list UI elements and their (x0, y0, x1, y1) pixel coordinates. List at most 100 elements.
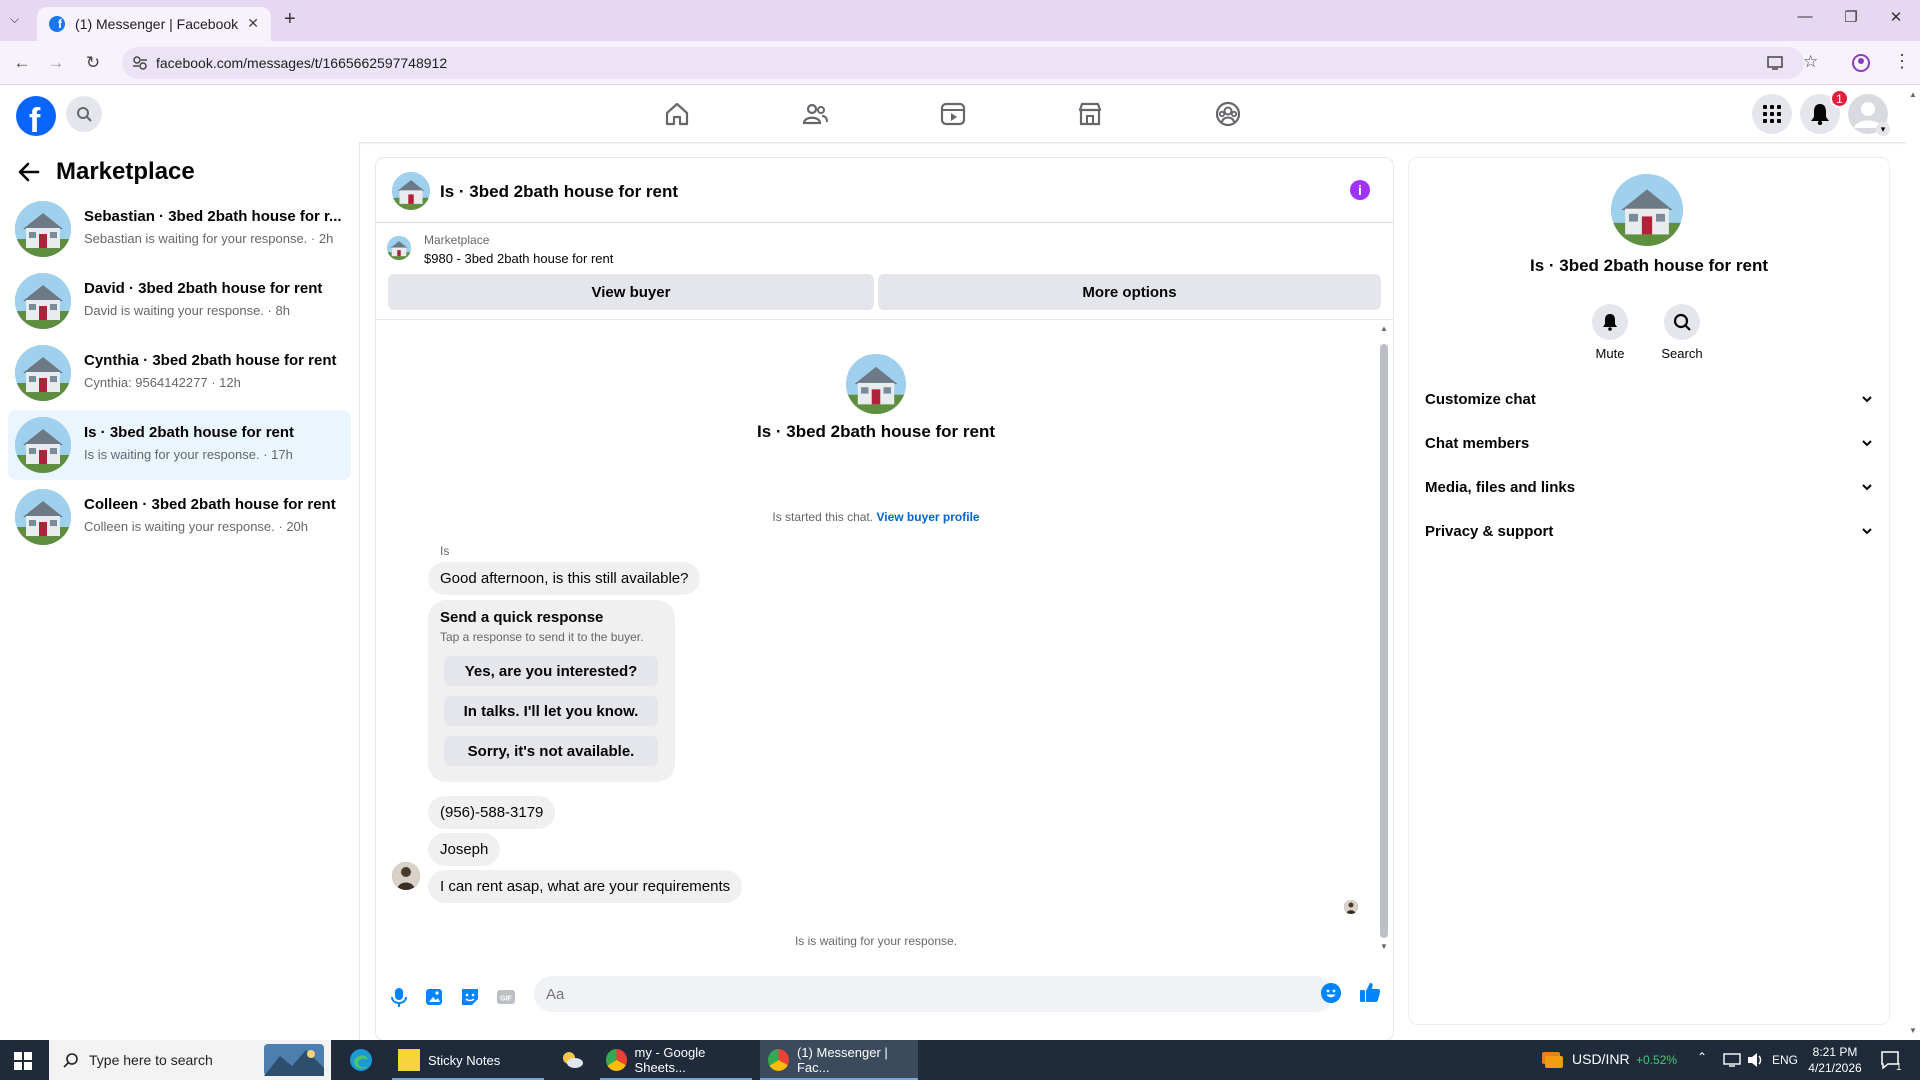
clock[interactable]: 8:21 PM 4/21/2026 (1806, 1044, 1864, 1076)
restore-icon[interactable]: ❐ (1839, 8, 1863, 26)
page-scrollbar[interactable]: ▲ ▼ (1906, 86, 1920, 1040)
view-buyer-button[interactable]: View buyer (388, 274, 874, 310)
taskbar-app-messenger[interactable]: (1) Messenger | Fac... (760, 1040, 918, 1080)
window-close-icon[interactable]: ✕ (1884, 8, 1908, 26)
listing-thumbnail[interactable] (387, 236, 411, 260)
microphone-icon[interactable] (388, 986, 410, 1008)
minimize-icon[interactable]: — (1793, 8, 1817, 25)
marketplace-icon[interactable] (1076, 100, 1104, 128)
chat-scrollbar[interactable]: ▲ ▼ (1378, 322, 1390, 954)
customize-chat-row[interactable]: Customize chat (1425, 391, 1873, 415)
menu-grid-icon[interactable] (1752, 94, 1792, 134)
network-icon[interactable] (1723, 1053, 1741, 1067)
reload-icon[interactable]: ↻ (83, 53, 103, 73)
conversation-name: Sebastian · 3bed 2bath house for r... (84, 208, 342, 225)
quick-response-option[interactable]: In talks. I'll let you know. (444, 696, 658, 726)
search-icon (1664, 304, 1700, 340)
taskbar-app-label: (1) Messenger | Fac... (796, 1045, 888, 1075)
privacy-support-row[interactable]: Privacy & support (1425, 523, 1873, 547)
message-input[interactable] (534, 976, 1334, 1012)
mute-button[interactable]: Mute (1580, 304, 1640, 361)
volume-icon[interactable] (1747, 1052, 1765, 1068)
conversation-item[interactable]: Cynthia · 3bed 2bath house for rent Cynt… (8, 338, 351, 408)
listing-title[interactable]: $980 - 3bed 2bath house for rent (424, 251, 613, 266)
browser-tab-strip: ⌵ f (1) Messenger | Facebook ✕ + — ❐ ✕ (0, 0, 1920, 41)
chat-started-text: Is started this chat. (772, 510, 874, 524)
ticker-change: +0.52% (1636, 1053, 1678, 1067)
tab-close-icon[interactable]: ✕ (247, 15, 259, 32)
new-tab-plus-icon[interactable]: + (284, 8, 296, 31)
forward-arrow-icon[interactable]: → (46, 53, 66, 73)
facebook-logo-icon[interactable]: f (16, 96, 56, 136)
seen-receipt-avatar (1344, 900, 1358, 914)
quick-response-option[interactable]: Sorry, it's not available. (444, 736, 658, 766)
back-arrow-icon[interactable]: ← (12, 53, 32, 73)
conversation-item[interactable]: Sebastian · 3bed 2bath house for r... Se… (8, 194, 351, 264)
sender-avatar[interactable] (392, 862, 420, 890)
search-button[interactable]: Search (1652, 304, 1712, 361)
windows-start-icon[interactable] (14, 1052, 32, 1070)
section-label: Chat members (1425, 435, 1530, 452)
sticky-notes-icon (398, 1049, 420, 1071)
message-bubble[interactable]: Joseph (428, 833, 501, 866)
quick-response-option[interactable]: Yes, are you interested? (444, 656, 658, 686)
install-app-icon[interactable] (1767, 55, 1783, 71)
taskbar-search-box[interactable]: Type here to search (49, 1040, 331, 1080)
windows-taskbar: Type here to search Sticky Notes my - Go… (0, 1040, 1920, 1080)
more-options-button[interactable]: More options (878, 274, 1381, 310)
conversation-snippet: Is is waiting for your response. · 17h (84, 447, 293, 462)
quick-response-subtitle: Tap a response to send it to the buyer. (440, 630, 644, 644)
search-icon[interactable] (66, 96, 102, 132)
language-indicator[interactable]: ENG (1772, 1053, 1798, 1067)
weather-app-icon[interactable] (560, 1048, 584, 1072)
facebook-top-nav: f 1 ▾ (0, 86, 1906, 142)
taskbar-app-sticky-notes[interactable]: Sticky Notes (392, 1040, 544, 1080)
thumbs-up-icon[interactable] (1358, 980, 1382, 1004)
search-highlight-image (264, 1044, 324, 1076)
message-bubble[interactable]: I can rent asap, what are your requireme… (428, 870, 743, 903)
profile-icon[interactable] (1852, 54, 1870, 72)
browser-menu-icon[interactable]: ⋮ (1893, 51, 1911, 72)
view-buyer-profile-link[interactable]: View buyer profile (876, 510, 979, 524)
chevron-down-icon (1862, 440, 1872, 447)
emoji-icon[interactable] (1321, 983, 1341, 1003)
back-arrow-icon[interactable] (18, 162, 40, 182)
conversation-item-active[interactable]: Is · 3bed 2bath house for rent Is is wai… (8, 410, 351, 480)
thread-title: Is · 3bed 2bath house for rent (756, 422, 996, 441)
conversation-snippet: David is waiting your response. · 8h (84, 303, 290, 318)
chat-avatar[interactable] (392, 172, 430, 210)
site-info-icon[interactable] (132, 55, 148, 71)
friends-icon[interactable] (801, 100, 829, 128)
chat-members-row[interactable]: Chat members (1425, 435, 1873, 459)
search-label: Search (1661, 346, 1703, 361)
groups-icon[interactable] (1214, 100, 1242, 128)
taskbar-app-google-sheets[interactable]: my - Google Sheets... (600, 1040, 752, 1080)
tray-chevron-icon[interactable]: ⌃ (1697, 1050, 1707, 1064)
tab-list-chevron-icon[interactable]: ⌵ (10, 12, 19, 27)
address-bar[interactable]: facebook.com/messages/t/1665662597748912… (122, 47, 1818, 79)
chrome-icon (606, 1049, 627, 1071)
sticker-icon[interactable] (459, 986, 481, 1008)
video-icon[interactable] (939, 100, 967, 128)
chat-title[interactable]: Is · 3bed 2bath house for rent (440, 182, 678, 202)
home-icon[interactable] (663, 100, 691, 128)
notification-badge: 1 (1830, 89, 1849, 108)
media-files-links-row[interactable]: Media, files and links (1425, 479, 1873, 503)
photo-icon[interactable] (423, 986, 445, 1008)
chat-details-panel: Is · 3bed 2bath house for rent Mute Sear… (1409, 158, 1889, 1024)
conversation-item[interactable]: Colleen · 3bed 2bath house for rent Coll… (8, 482, 351, 552)
edge-browser-icon[interactable] (349, 1048, 373, 1072)
chevron-down-icon (1862, 484, 1872, 491)
message-bubble[interactable]: (956)-588-3179 (428, 796, 556, 829)
bookmark-star-icon[interactable]: ☆ (1803, 52, 1818, 72)
ticker-symbol[interactable]: USD/INR (1572, 1051, 1630, 1067)
message-bubble[interactable]: Good afternoon, is this still available? (428, 562, 701, 595)
mute-label: Mute (1595, 346, 1625, 361)
listing-house-avatar (15, 345, 71, 401)
browser-tab-messenger[interactable]: f (1) Messenger | Facebook ✕ (37, 7, 271, 41)
gif-icon[interactable]: GIF (495, 986, 517, 1008)
info-icon[interactable]: i (1350, 180, 1370, 200)
account-chevron-icon[interactable]: ▾ (1876, 122, 1890, 136)
conversation-item[interactable]: David · 3bed 2bath house for rent David … (8, 266, 351, 336)
conversation-name: David · 3bed 2bath house for rent (84, 280, 323, 297)
